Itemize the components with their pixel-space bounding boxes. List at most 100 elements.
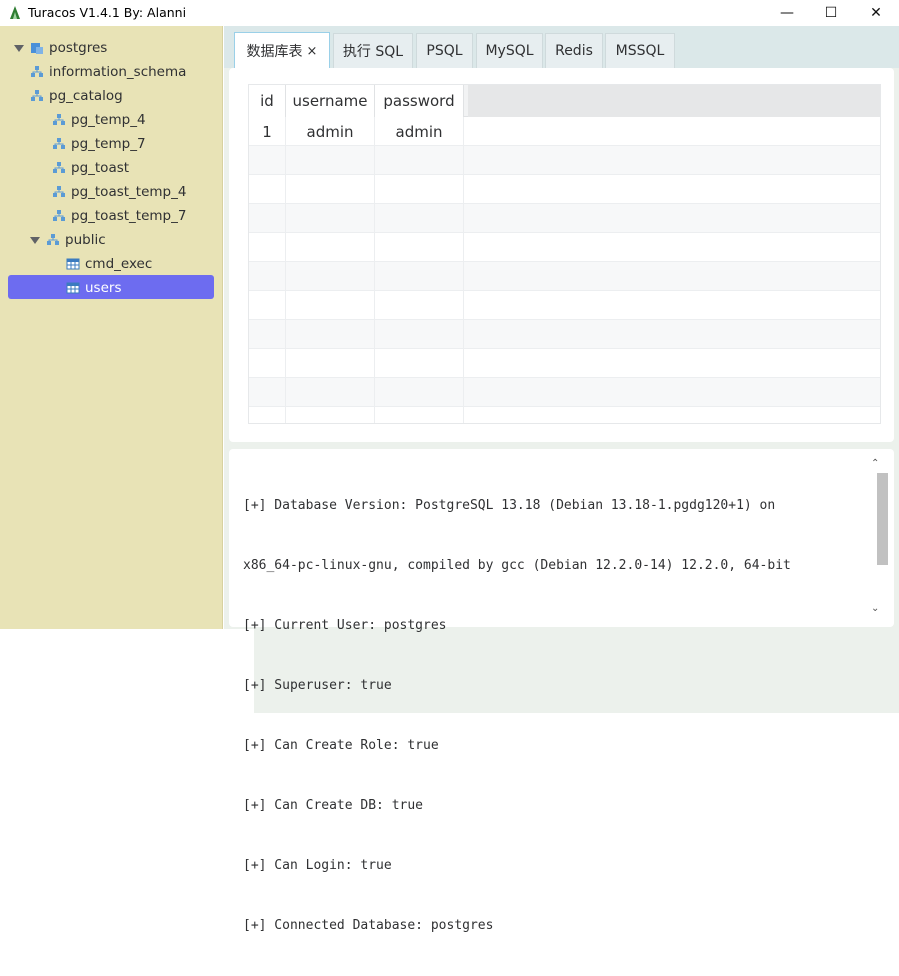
empty-cell [249,349,286,378]
empty-row [249,204,880,233]
tab-label: 数据库表 [246,44,303,60]
tree-label: users [85,280,122,296]
console-line: [+] Database Version: PostgreSQL 13.18 (… [243,498,776,513]
tree-node-pg-temp-7[interactable]: pg_temp_7 [52,132,146,156]
scroll-up-icon[interactable]: ⌃ [871,458,879,469]
empty-row [249,407,880,423]
console-line: x86_64-pc-linux-gnu, compiled by gcc (De… [243,558,791,573]
cell-id[interactable]: 1 [249,117,286,146]
empty-cell [249,407,286,423]
column-header-password[interactable]: password [375,85,464,117]
empty-cell [286,233,375,262]
tree-node-pg-catalog[interactable]: pg_catalog [30,84,899,713]
empty-cell [375,175,464,204]
table-icon [66,258,80,270]
tree-node-postgres[interactable]: postgres [14,36,107,60]
tree-label: pg_temp_4 [71,112,146,128]
console-line: [+] Can Login: true [243,858,392,873]
empty-cell [375,146,464,175]
scroll-down-icon[interactable]: ⌄ [871,603,879,614]
minimize-button[interactable]: — [764,0,810,26]
tree-node-users[interactable]: users [66,276,121,300]
empty-cell [375,291,464,320]
empty-cell [249,146,286,175]
tree-node-pg-toast[interactable]: pg_toast [52,156,129,180]
empty-row [249,349,880,378]
empty-cell [286,407,375,423]
empty-cell [375,407,464,423]
empty-cell [375,233,464,262]
title-bar: Turacos V1.4.1 By: Alanni — ☐ ✕ [0,0,899,26]
collapse-arrow-icon[interactable] [30,235,40,245]
table-row[interactable]: 1 admin admin [249,117,880,146]
header-filler [468,85,880,117]
column-header-username[interactable]: username [286,85,375,117]
empty-cell [249,204,286,233]
tree-label: postgres [49,40,108,56]
tab-redis[interactable]: Redis [545,33,603,68]
app-logo-icon [10,6,20,19]
tree-node-pg-toast-temp-7[interactable]: pg_toast_temp_7 [52,204,186,228]
tree-node-pg-toast-temp-4[interactable]: pg_toast_temp_4 [52,180,186,204]
empty-cell [375,349,464,378]
table-icon [66,282,80,294]
tab-psql[interactable]: PSQL [416,33,473,68]
empty-row [249,378,880,407]
empty-cell [286,175,375,204]
close-window-button[interactable]: ✕ [853,0,899,26]
schema-icon [53,186,65,197]
database-icon [31,43,43,54]
window-title: Turacos V1.4.1 By: Alanni [28,5,187,20]
console-line: [+] Superuser: true [243,678,392,693]
maximize-button[interactable]: ☐ [808,0,854,26]
empty-cell [286,291,375,320]
empty-row [249,262,880,291]
column-header-id[interactable]: id [249,85,286,117]
empty-cell [249,291,286,320]
tab-label: 执行 SQL [342,44,404,60]
empty-row [249,320,880,349]
schema-icon [53,138,65,149]
tab-database-tables[interactable]: 数据库表 × [234,32,330,69]
tab-label: MSSQL [615,43,665,59]
tree-label: pg_toast_temp_7 [71,208,187,224]
console-output[interactable]: [+] Database Version: PostgreSQL 13.18 (… [243,456,873,933]
console-panel: [+] Database Version: PostgreSQL 13.18 (… [229,449,894,933]
console-line: [+] Connected Database: postgres [243,918,494,933]
empty-cell [286,349,375,378]
tab-bar: 数据库表 × 执行 SQL PSQL MySQL Redis MSSQL [224,26,899,69]
scrollbar-thumb[interactable] [877,473,888,565]
tree-node-cmd-exec[interactable]: cmd_exec [66,252,152,276]
tab-mssql[interactable]: MSSQL [605,33,675,68]
empty-cell [286,320,375,349]
tab-mysql[interactable]: MySQL [476,33,543,68]
cell-password[interactable]: admin [375,117,464,146]
empty-cell [375,204,464,233]
tree-label: pg_toast [71,160,130,176]
tree-node-information-schema[interactable]: information_schema [30,60,899,689]
schema-icon [31,66,43,77]
collapse-arrow-icon[interactable] [14,43,24,53]
database-tree-sidebar: postgres information_schema pg_catalog p… [0,26,899,713]
empty-cell [249,378,286,407]
empty-cell [286,262,375,291]
tree-label: public [65,232,106,248]
tab-label: Redis [555,43,593,59]
data-grid[interactable]: id username password 1 admin admin [248,84,881,424]
empty-cell [375,262,464,291]
empty-cell [375,378,464,407]
table-data-panel: id username password 1 admin admin [229,68,894,442]
tree-label: cmd_exec [85,256,153,272]
cell-username[interactable]: admin [286,117,375,146]
tree-node-pg-temp-4[interactable]: pg_temp_4 [52,108,146,132]
empty-row [249,146,880,175]
tab-close-icon[interactable]: × [307,44,318,59]
empty-row [249,291,880,320]
console-line: [+] Can Create Role: true [243,738,439,753]
grid-header: id username password [249,85,880,117]
empty-cell [249,175,286,204]
tab-execute-sql[interactable]: 执行 SQL [333,33,413,68]
tree-node-public[interactable]: public [30,228,106,252]
main-area: 数据库表 × 执行 SQL PSQL MySQL Redis MSSQL id … [224,26,899,933]
tab-label: MySQL [485,43,534,59]
